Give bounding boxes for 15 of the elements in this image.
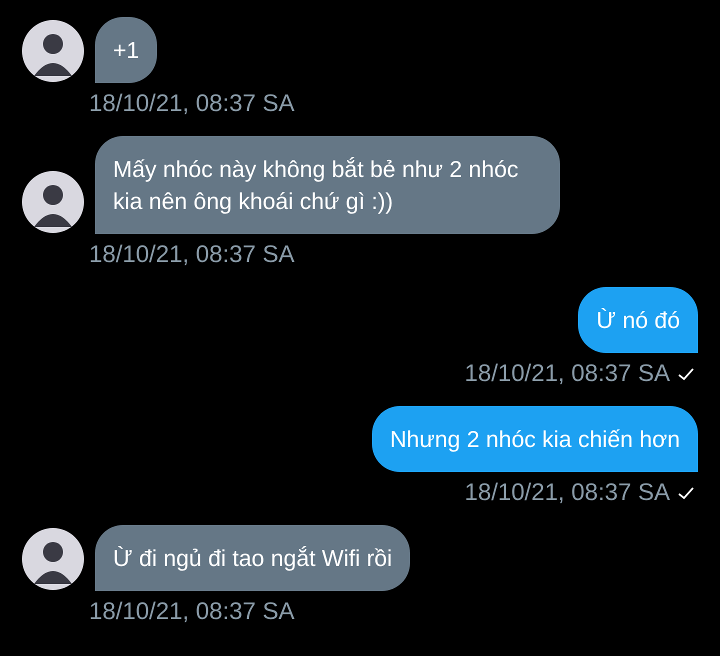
check-icon <box>678 367 694 381</box>
message-time: 18/10/21, 08:37 SA <box>89 90 294 118</box>
message-time: 18/10/21, 08:37 SA <box>89 598 294 626</box>
avatar <box>22 528 84 590</box>
check-icon <box>678 486 694 500</box>
message-time: 18/10/21, 08:37 SA <box>89 241 294 269</box>
message-time: 18/10/21, 08:37 SA <box>464 479 670 507</box>
avatar <box>22 171 84 233</box>
message-time: 18/10/21, 08:37 SA <box>464 360 670 388</box>
received-message-bubble: Mấy nhóc này không bắt bẻ như 2 nhóc kia nên ông khoái chứ gì :)) <box>95 136 560 234</box>
avatar <box>22 20 84 82</box>
sent-message-bubble: Nhưng 2 nhóc kia chiến hơn <box>372 406 698 472</box>
received-message-bubble: Ừ đi ngủ đi tao ngắt Wifi rồi <box>95 525 410 591</box>
received-message-bubble: +1 <box>95 17 158 83</box>
sent-message-bubble: Ừ nó đó <box>578 287 698 353</box>
